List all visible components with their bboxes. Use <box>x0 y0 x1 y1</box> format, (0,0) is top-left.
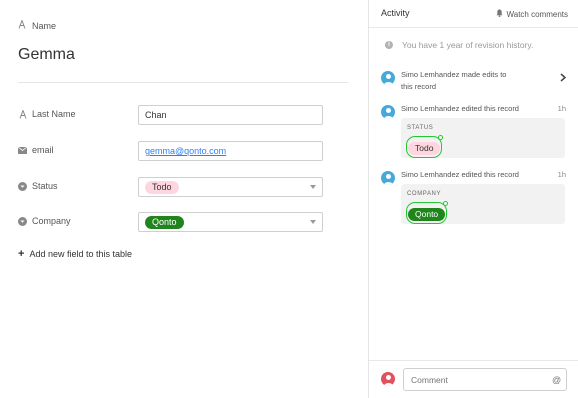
activity-panel: Activity Watch comments i You have 1 yea… <box>368 0 578 398</box>
chevron-down-icon[interactable] <box>310 220 316 224</box>
primary-field-header: Name <box>18 19 57 31</box>
single-select-icon <box>18 216 27 226</box>
field-label-last-name: Last Name <box>18 109 76 119</box>
last-name-input[interactable]: Chan <box>138 105 323 125</box>
comment-input[interactable] <box>403 368 567 391</box>
field-label-email: email <box>18 145 54 155</box>
chevron-down-icon[interactable] <box>310 185 316 189</box>
primary-field-label: Name <box>32 20 57 31</box>
envelope-icon <box>18 146 27 155</box>
activity-title: Activity <box>381 8 410 18</box>
activity-event-text: Simo Lemhandez edited this record <box>401 170 519 179</box>
added-value-outline: Todo <box>406 135 444 158</box>
status-pill: Todo <box>145 180 179 194</box>
current-user-avatar <box>381 372 395 386</box>
company-select[interactable]: Qonto <box>138 212 323 232</box>
info-icon: i <box>385 41 393 49</box>
divider <box>18 82 348 83</box>
company-pill: Qonto <box>408 208 446 221</box>
status-select[interactable]: Todo <box>138 177 323 197</box>
text-a-icon <box>18 109 27 119</box>
field-label-company: Company <box>18 216 71 226</box>
mention-icon[interactable]: @ <box>552 375 561 385</box>
status-pill: Todo <box>408 142 441 155</box>
avatar <box>381 171 395 185</box>
email-link[interactable]: gemma@qonto.com <box>145 146 226 156</box>
event-timestamp: 1h <box>557 104 566 113</box>
primary-field-value[interactable]: Gemma <box>18 46 75 64</box>
avatar <box>381 71 395 85</box>
email-input[interactable]: gemma@qonto.com <box>138 141 323 161</box>
event-timestamp: 1h <box>557 170 566 179</box>
activity-event-text[interactable]: Simo Lemhandez made edits to this record <box>401 69 506 93</box>
added-value-outline: Qonto <box>406 201 449 224</box>
company-pill: Qonto <box>145 215 184 229</box>
avatar <box>381 105 395 119</box>
bell-icon <box>495 9 503 19</box>
single-select-icon <box>18 181 27 191</box>
added-marker-icon <box>443 201 449 206</box>
activity-event-text: Simo Lemhandez edited this record <box>401 104 519 113</box>
change-card-status: STATUS Todo <box>401 118 565 158</box>
revision-notice: i You have 1 year of revision history. <box>385 40 533 50</box>
change-field-name: COMPANY <box>407 191 442 197</box>
record-detail-panel: Name Gemma Last Name Chan email gemma@qo… <box>0 0 368 398</box>
text-a-icon <box>18 19 26 31</box>
change-card-company: COMPANY Qonto <box>401 184 565 224</box>
field-label-status: Status <box>18 181 58 191</box>
add-field-button[interactable]: + Add new field to this table <box>18 247 132 260</box>
watch-comments-button[interactable]: Watch comments <box>495 9 568 19</box>
added-marker-icon <box>438 135 444 140</box>
comment-bar: @ <box>369 360 578 398</box>
change-field-name: STATUS <box>407 125 434 131</box>
chevron-right-icon[interactable] <box>560 71 567 85</box>
divider <box>369 27 578 28</box>
plus-icon: + <box>18 247 25 260</box>
